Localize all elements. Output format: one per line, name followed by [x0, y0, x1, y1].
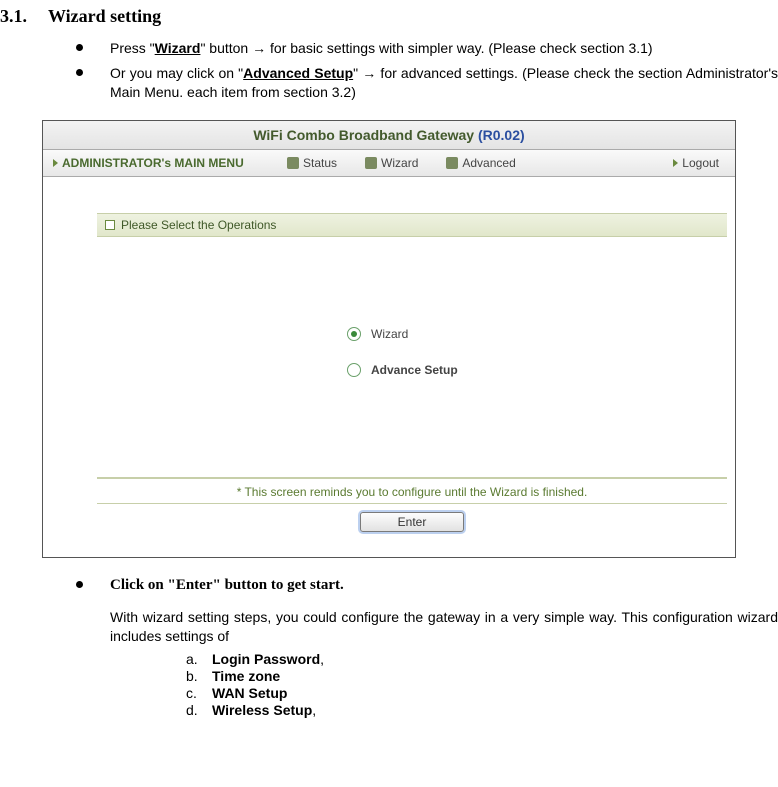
post-screenshot-block: Click on "Enter" button to get start. Wi… [110, 576, 778, 718]
advanced-setup-keyword: Advanced Setup [243, 65, 353, 81]
list-item: d.Wireless Setup, [186, 702, 778, 718]
enter-row: Enter [97, 503, 727, 532]
bullet-item: Click on "Enter" button to get start. [110, 576, 778, 594]
advanced-icon [446, 157, 458, 169]
text: " [353, 65, 362, 81]
letter: c. [186, 685, 212, 701]
bullet-item: Or you may click on "Advanced Setup" → f… [110, 64, 778, 102]
menu-status[interactable]: Status [273, 156, 351, 170]
options-area: Wizard Advance Setup [97, 237, 727, 477]
label: Login Password [212, 651, 320, 667]
menu-advanced[interactable]: Advanced [432, 156, 529, 170]
label: Advance Setup [371, 363, 458, 377]
section-title: Wizard setting [48, 6, 161, 26]
label: Wizard [371, 327, 408, 341]
label: Wizard [381, 156, 418, 170]
wizard-keyword: Wizard [155, 40, 201, 56]
app-version: (R0.02) [478, 127, 525, 143]
admin-menu-label: ADMINISTRATOR's MAIN MENU [43, 156, 273, 170]
text: Or you may click on " [110, 65, 243, 81]
enter-button[interactable]: Enter [360, 512, 464, 532]
text: ADMINISTRATOR's MAIN MENU [62, 156, 244, 170]
label: Wireless Setup [212, 702, 312, 718]
menu-logout[interactable]: Logout [673, 156, 735, 170]
triangle-icon [673, 159, 678, 167]
label: Status [303, 156, 337, 170]
suffix: , [320, 651, 324, 667]
text: Press " [110, 40, 155, 56]
bullet-dot-icon [76, 581, 83, 588]
section-heading: 3.1.Wizard setting [0, 6, 778, 27]
radio-icon[interactable] [347, 363, 361, 377]
letter: b. [186, 668, 212, 684]
screenshot-frame: WiFi Combo Broadband Gateway (R0.02) ADM… [42, 120, 736, 558]
square-icon [105, 220, 115, 230]
app-title-bar: WiFi Combo Broadband Gateway (R0.02) [43, 121, 735, 150]
wizard-icon [365, 157, 377, 169]
section-number: 3.1. [0, 6, 48, 27]
option-advance-setup[interactable]: Advance Setup [347, 363, 458, 377]
text: for basic settings with simpler way. (Pl… [266, 40, 652, 56]
bullet-item: Press "Wizard" button → for basic settin… [110, 39, 778, 58]
menu-wizard[interactable]: Wizard [351, 156, 432, 170]
option-wizard[interactable]: Wizard [347, 327, 408, 341]
bullet-dot-icon [76, 44, 83, 51]
label: Logout [682, 156, 719, 170]
text: " button [200, 40, 252, 56]
list-item: a.Login Password, [186, 651, 778, 667]
menu-bar: ADMINISTRATOR's MAIN MENU Status Wizard … [43, 150, 735, 177]
intro-bullets: Press "Wizard" button → for basic settin… [110, 39, 778, 102]
click-enter-text: Click on "Enter" button to get start. [110, 577, 344, 593]
label: Advanced [462, 156, 515, 170]
arrow-icon: → [362, 65, 376, 81]
suffix: , [312, 702, 316, 718]
triangle-icon [53, 159, 58, 167]
wizard-sublist: a.Login Password, b.Time zone c.WAN Setu… [186, 651, 778, 718]
operations-panel: Please Select the Operations Wizard Adva… [97, 213, 727, 547]
radio-selected-icon[interactable] [347, 327, 361, 341]
label: Time zone [212, 668, 280, 684]
bullet-dot-icon [76, 69, 83, 76]
app-title: WiFi Combo Broadband Gateway [253, 127, 478, 143]
list-item: c.WAN Setup [186, 685, 778, 701]
status-icon [287, 157, 299, 169]
operations-header: Please Select the Operations [97, 214, 727, 237]
arrow-icon: → [252, 40, 266, 56]
list-item: b.Time zone [186, 668, 778, 684]
wizard-paragraph: With wizard setting steps, you could con… [110, 608, 778, 647]
reminder-text: * This screen reminds you to configure u… [97, 477, 727, 503]
letter: d. [186, 702, 212, 718]
label: WAN Setup [212, 685, 287, 701]
text: Please Select the Operations [121, 214, 276, 236]
letter: a. [186, 651, 212, 667]
